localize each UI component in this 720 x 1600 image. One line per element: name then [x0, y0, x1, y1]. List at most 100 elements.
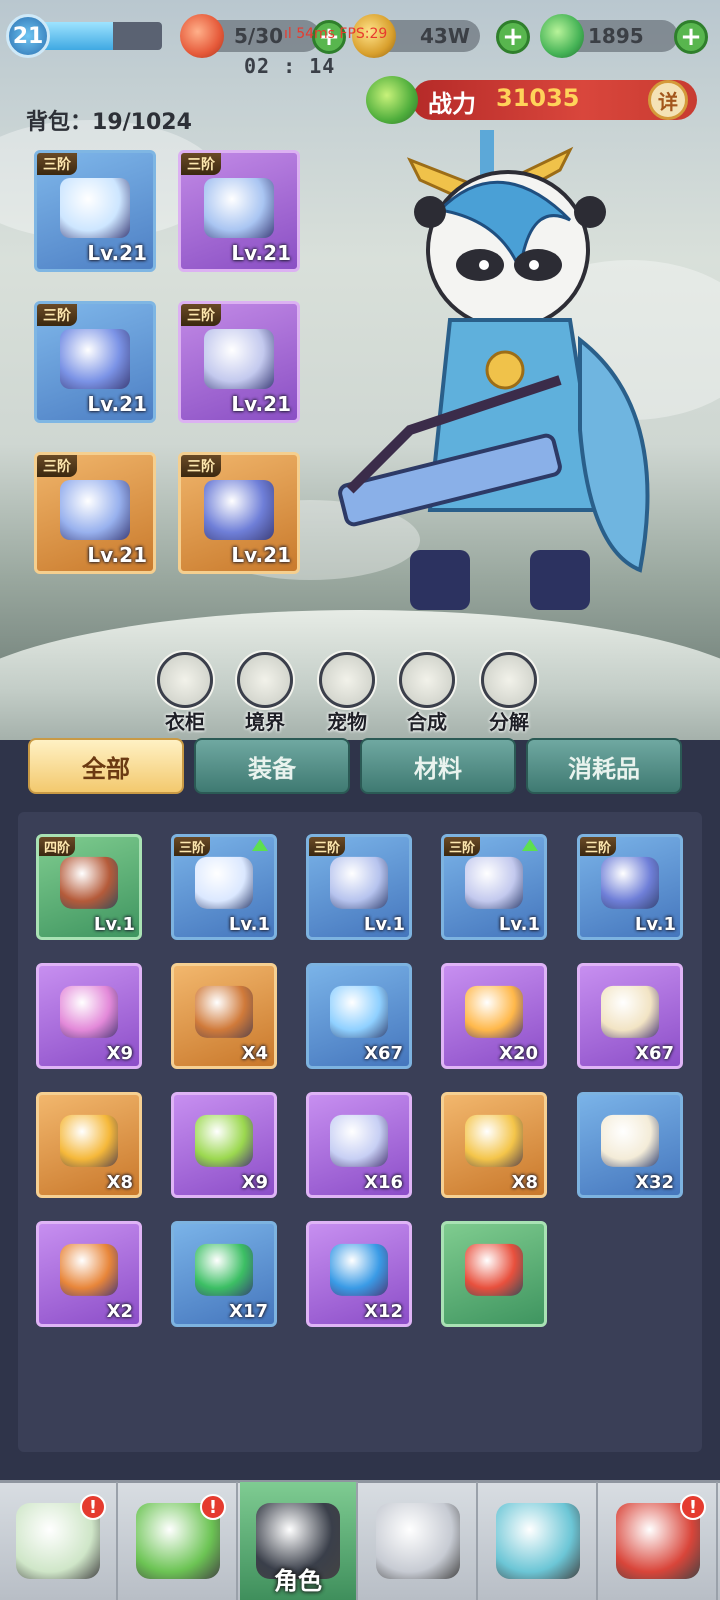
nav-button-2[interactable]: ! — [120, 1482, 238, 1600]
function-label: 宠物 — [327, 710, 367, 734]
tab-2[interactable]: 装备 — [194, 738, 350, 794]
nav-button-5[interactable] — [480, 1482, 598, 1600]
exp-bar — [34, 22, 162, 50]
tier-badge: 三阶 — [181, 455, 221, 477]
function-button-2[interactable]: 境界 — [230, 652, 300, 735]
item-quantity: X67 — [635, 1043, 674, 1064]
synthesis-icon — [399, 652, 455, 708]
gold-value: 43W — [420, 24, 470, 48]
boots-icon — [601, 856, 659, 909]
item-level: Lv.1 — [498, 914, 540, 935]
equipped-slot[interactable]: 三阶 Lv.21 — [178, 452, 300, 574]
item-quantity: X17 — [229, 1301, 268, 1322]
blue-lotus-icon — [330, 985, 388, 1038]
nav-button-4[interactable] — [360, 1482, 478, 1600]
function-button-3[interactable]: 宠物 — [312, 652, 382, 735]
inventory-item[interactable]: 三阶 Lv.1 — [441, 834, 547, 940]
equipped-slot[interactable]: 三阶 Lv.21 — [178, 150, 300, 272]
item-quantity: X9 — [106, 1043, 133, 1064]
combat-power-detail-button[interactable]: 详 — [648, 80, 688, 120]
inventory-item[interactable]: X67 — [306, 963, 412, 1069]
tier-badge: 四阶 — [39, 837, 76, 856]
upgrade-arrow-icon — [252, 839, 268, 851]
inventory-item[interactable]: X2 — [36, 1221, 142, 1327]
bag-label: 背包： — [26, 110, 93, 135]
tier-badge: 三阶 — [444, 837, 481, 856]
tab-3[interactable]: 材料 — [360, 738, 516, 794]
jade-value: 1895 — [588, 24, 644, 48]
item-quantity: X16 — [364, 1172, 403, 1193]
equipped-slot[interactable]: 三阶 Lv.21 — [34, 452, 156, 574]
item-quantity: X4 — [241, 1043, 268, 1064]
inventory-item[interactable]: 三阶 Lv.1 — [171, 834, 277, 940]
add-gold-button[interactable]: + — [496, 20, 530, 54]
equipped-slot[interactable]: 三阶 Lv.21 — [34, 150, 156, 272]
realm-icon — [237, 652, 293, 708]
talisman-icon — [60, 1243, 118, 1296]
item-level: Lv.21 — [87, 241, 147, 265]
notification-badge: ! — [200, 1494, 226, 1520]
inventory-item[interactable]: 三阶 Lv.1 — [577, 834, 683, 940]
golden-lotus-icon — [465, 985, 523, 1038]
item-quantity: X2 — [106, 1301, 133, 1322]
nav-button-1[interactable]: ! — [0, 1482, 118, 1600]
crossbow-icon — [60, 178, 130, 238]
inventory-item[interactable]: X9 — [171, 1092, 277, 1198]
function-button-4[interactable]: 合成 — [392, 652, 462, 735]
equipped-slot[interactable]: 三阶 Lv.21 — [34, 301, 156, 423]
inventory-item[interactable]: X9 — [36, 963, 142, 1069]
upgrade-arrow-icon — [522, 839, 538, 851]
inventory-item[interactable]: X8 — [36, 1092, 142, 1198]
function-button-1[interactable]: 衣柜 — [150, 652, 220, 735]
inventory-item[interactable] — [441, 1221, 547, 1327]
item-level: Lv.1 — [363, 914, 405, 935]
inventory-item[interactable]: X32 — [577, 1092, 683, 1198]
inventory-item[interactable]: X67 — [577, 963, 683, 1069]
jade-pendant-icon — [195, 1114, 253, 1167]
inventory-item[interactable]: X12 — [306, 1221, 412, 1327]
nav-button-6[interactable]: ! — [600, 1482, 718, 1600]
golden-key-icon — [465, 1114, 523, 1167]
item-level: Lv.1 — [634, 914, 676, 935]
gift-bag-icon — [60, 985, 118, 1038]
notification-badge: ! — [680, 1494, 706, 1520]
tier-badge: 三阶 — [37, 455, 77, 477]
tab-1[interactable]: 全部 — [28, 738, 184, 794]
notification-badge: ! — [80, 1494, 106, 1520]
equipped-slot[interactable]: 三阶 Lv.21 — [178, 301, 300, 423]
inventory-item[interactable]: X4 — [171, 963, 277, 1069]
skill-scroll-icon — [601, 1114, 659, 1167]
inventory-item[interactable]: 四阶 Lv.1 — [36, 834, 142, 940]
ring-icon — [465, 856, 523, 909]
combat-power-value: 31035 — [496, 84, 580, 112]
silver-key-icon — [330, 1114, 388, 1167]
sword-icon — [195, 856, 253, 909]
inventory-item[interactable]: X20 — [441, 963, 547, 1069]
item-level: Lv.21 — [231, 543, 291, 567]
tab-4[interactable]: 消耗品 — [526, 738, 682, 794]
item-level: Lv.1 — [93, 914, 135, 935]
nav-label: 角色 — [274, 1567, 322, 1595]
function-label: 合成 — [407, 710, 447, 734]
panda-hero-character[interactable] — [330, 130, 700, 650]
add-jade-button[interactable]: + — [674, 20, 708, 54]
player-level-badge[interactable]: 21 — [6, 14, 50, 58]
pet-icon — [319, 652, 375, 708]
helmet-icon — [204, 178, 274, 238]
decompose-icon — [481, 652, 537, 708]
inventory-item[interactable]: X16 — [306, 1092, 412, 1198]
item-level: Lv.21 — [231, 241, 291, 265]
tier-badge: 三阶 — [309, 837, 346, 856]
nav-button-3[interactable]: 角色 — [240, 1482, 358, 1600]
inventory-item[interactable]: X17 — [171, 1221, 277, 1327]
inventory-item[interactable]: 三阶 Lv.1 — [306, 834, 412, 940]
function-button-5[interactable]: 分解 — [474, 652, 544, 735]
crossed-swords-icon — [376, 1503, 460, 1579]
tier-badge: 三阶 — [37, 304, 77, 326]
bag-capacity: 背包：19/1024 — [26, 104, 192, 136]
blue-orb-box-icon — [330, 1243, 388, 1296]
item-quantity: X9 — [241, 1172, 268, 1193]
treasure-chest-icon — [195, 985, 253, 1038]
green-orb-box-icon — [195, 1243, 253, 1296]
inventory-item[interactable]: X8 — [441, 1092, 547, 1198]
